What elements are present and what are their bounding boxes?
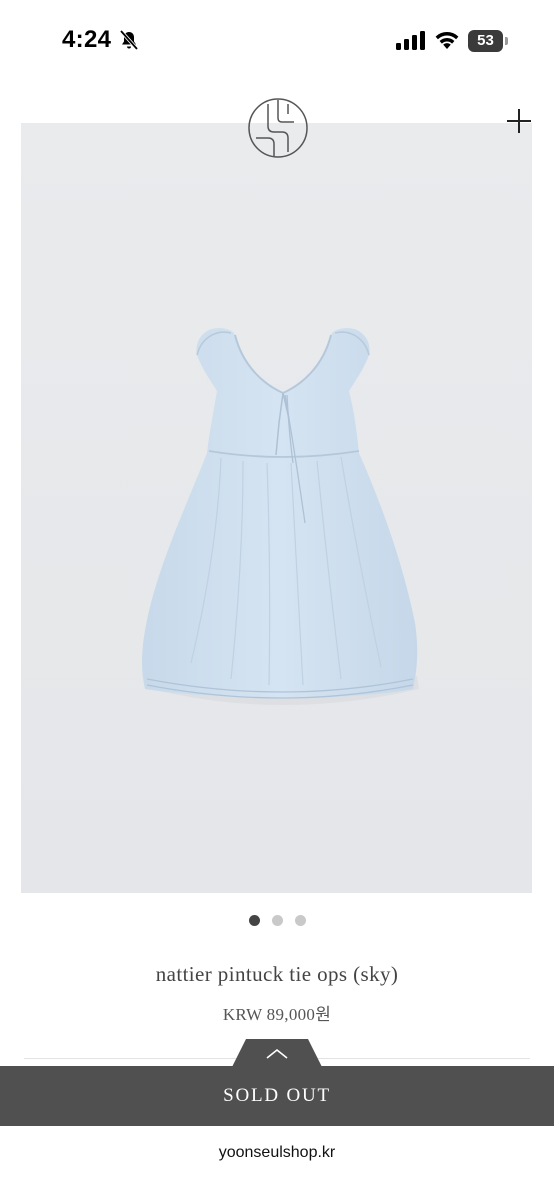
battery-icon: 53 [468,30,508,52]
browser-url[interactable]: yoonseulshop.kr [0,1144,554,1162]
dress-illustration [21,123,532,893]
wifi-icon [435,31,459,49]
bell-slash-icon [119,29,139,51]
expand-tab[interactable] [232,1039,322,1067]
battery-tip [505,37,508,45]
carousel-dot-2[interactable] [271,915,283,926]
carousel-dot-3[interactable] [294,915,306,926]
cellular-signal-icon [396,31,425,50]
product-price: KRW 89,000원 [222,1005,332,1024]
product-name: nattier pintuck tie ops (sky) [155,962,399,986]
sold-out-label: SOLD OUT [223,1085,331,1106]
brand-logo[interactable] [246,96,310,160]
carousel-dots [0,915,554,929]
carousel-dot-1[interactable] [248,915,260,926]
sold-out-button[interactable]: SOLD OUT [0,1066,554,1126]
plus-icon[interactable] [504,106,534,136]
status-time: 4:24 [62,26,112,53]
battery-level: 53 [477,32,494,49]
status-bar: 4:24 53 [0,0,554,80]
product-image[interactable] [21,123,532,893]
